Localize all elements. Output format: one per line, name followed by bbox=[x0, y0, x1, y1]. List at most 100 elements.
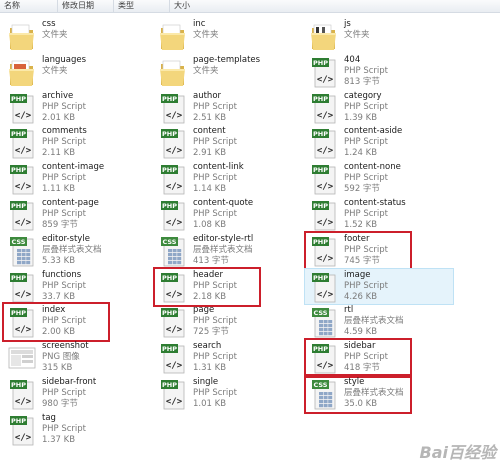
png-image-icon bbox=[8, 347, 36, 369]
file-item-rtl[interactable]: CSS rtl 层叠样式表文档 4.59 KB bbox=[306, 304, 454, 340]
file-size: 1.24 KB bbox=[344, 148, 378, 159]
file-item-functions[interactable]: PHP </> functions PHP Script 33.7 KB bbox=[4, 269, 152, 305]
column-header-modified[interactable]: 修改日期 bbox=[58, 0, 114, 12]
file-item-category[interactable]: PHP </> category PHP Script 1.39 KB bbox=[306, 90, 454, 126]
file-name: tag bbox=[42, 412, 56, 423]
file-icon bbox=[8, 56, 36, 88]
file-size: 2.01 KB bbox=[42, 112, 76, 123]
file-icon: PHP </> bbox=[310, 56, 338, 88]
file-item-inc[interactable]: inc 文件夹 bbox=[155, 18, 303, 54]
svg-text:PHP: PHP bbox=[162, 202, 177, 210]
folder-icon bbox=[311, 24, 336, 50]
file-item-page-templates[interactable]: page-templates 文件夹 bbox=[155, 54, 303, 90]
file-name: archive bbox=[42, 90, 74, 101]
file-item-content-image[interactable]: PHP </> content-image PHP Script 1.11 KB bbox=[4, 161, 152, 197]
file-item-single[interactable]: PHP </> single PHP Script 1.01 KB bbox=[155, 376, 303, 412]
column-header-type[interactable]: 类型 bbox=[114, 0, 170, 12]
column-header-name[interactable]: 名称 bbox=[0, 0, 58, 12]
file-icon bbox=[159, 20, 187, 52]
svg-text:</>: </> bbox=[317, 290, 334, 300]
svg-text:CSS: CSS bbox=[314, 309, 328, 317]
file-name: category bbox=[344, 90, 382, 101]
file-icon: PHP </> bbox=[8, 414, 36, 446]
file-item-css[interactable]: css 文件夹 bbox=[4, 18, 152, 54]
file-icon bbox=[159, 56, 187, 88]
file-name: editor-style bbox=[42, 233, 90, 244]
file-icon: PHP </> bbox=[159, 342, 187, 374]
file-item-comments[interactable]: PHP </> comments PHP Script 2.11 KB bbox=[4, 125, 152, 161]
file-item-editor-style-rtl[interactable]: CSS editor-style-rtl 层叠样式表文档 413 字节 bbox=[155, 233, 303, 269]
file-name: author bbox=[193, 90, 222, 101]
red-highlight-box bbox=[304, 338, 412, 379]
file-item-search[interactable]: PHP </> search PHP Script 1.31 KB bbox=[155, 340, 303, 376]
php-script-icon: PHP </> bbox=[161, 129, 185, 159]
file-icon: PHP </> bbox=[8, 92, 36, 124]
folder-icon bbox=[160, 60, 185, 86]
file-size: 725 字节 bbox=[193, 327, 229, 338]
svg-text:PHP: PHP bbox=[313, 202, 328, 210]
svg-text:PHP: PHP bbox=[11, 274, 26, 282]
file-size: 1.52 KB bbox=[344, 220, 378, 230]
file-item-js[interactable]: js 文件夹 bbox=[306, 18, 454, 54]
svg-text:</>: </> bbox=[317, 182, 334, 192]
file-icon: PHP </> bbox=[159, 127, 187, 159]
file-size: 1.39 KB bbox=[344, 112, 378, 123]
file-type: PHP Script bbox=[344, 173, 388, 184]
file-item-tag[interactable]: PHP </> tag PHP Script 1.37 KB bbox=[4, 412, 152, 448]
column-header-size[interactable]: 大小 bbox=[170, 0, 230, 12]
file-item-content-quote[interactable]: PHP </> content-quote PHP Script 1.08 KB bbox=[155, 197, 303, 233]
file-icon: PHP </> bbox=[159, 163, 187, 195]
svg-text:PHP: PHP bbox=[313, 166, 328, 174]
file-item-content-link[interactable]: PHP </> content-link PHP Script 1.14 KB bbox=[155, 161, 303, 197]
file-item-404[interactable]: PHP </> 404 PHP Script 813 字节 bbox=[306, 54, 454, 90]
file-name: content-page bbox=[42, 198, 99, 208]
file-type: PHP Script bbox=[42, 101, 86, 112]
svg-text:PHP: PHP bbox=[11, 381, 26, 389]
file-size: 1.01 KB bbox=[193, 399, 227, 409]
folder-icon bbox=[9, 24, 34, 50]
php-script-icon: PHP </> bbox=[161, 93, 185, 123]
svg-text:PHP: PHP bbox=[313, 274, 328, 282]
svg-text:CSS: CSS bbox=[163, 238, 177, 246]
file-item-sidebar-front[interactable]: PHP </> sidebar-front PHP Script 980 字节 bbox=[4, 376, 152, 412]
file-type: 文件夹 bbox=[42, 65, 68, 76]
file-item-languages[interactable]: languages 文件夹 bbox=[4, 54, 152, 90]
file-size: 592 字节 bbox=[344, 184, 380, 195]
file-item-content-none[interactable]: PHP </> content-none PHP Script 592 字节 bbox=[306, 161, 454, 197]
svg-text:</>: </> bbox=[166, 146, 183, 156]
svg-text:</>: </> bbox=[317, 218, 334, 228]
svg-text:PHP: PHP bbox=[11, 166, 26, 174]
file-icon: PHP </> bbox=[8, 163, 36, 195]
file-name: content-image bbox=[42, 162, 105, 173]
file-type: PHP Script bbox=[193, 209, 237, 219]
file-icon: PHP </> bbox=[310, 199, 338, 231]
file-type: 文件夹 bbox=[344, 30, 370, 40]
svg-text:PHP: PHP bbox=[11, 95, 26, 103]
css-file-icon: CSS bbox=[161, 236, 185, 267]
file-item-content-aside[interactable]: PHP </> content-aside PHP Script 1.24 KB bbox=[306, 125, 454, 161]
svg-text:CSS: CSS bbox=[12, 238, 26, 246]
file-icon: PHP </> bbox=[8, 199, 36, 231]
php-script-icon: PHP </> bbox=[10, 201, 34, 231]
file-item-page[interactable]: PHP </> page PHP Script 725 字节 bbox=[155, 304, 303, 340]
file-name: rtl bbox=[344, 305, 354, 316]
file-item-screenshot[interactable]: screenshot PNG 图像 315 KB bbox=[4, 340, 152, 376]
file-name: content-quote bbox=[193, 198, 254, 208]
file-type: PHP Script bbox=[344, 209, 388, 219]
file-item-content-page[interactable]: PHP </> content-page PHP Script 859 字节 bbox=[4, 197, 152, 233]
file-name: js bbox=[344, 19, 351, 29]
file-item-author[interactable]: PHP </> author PHP Script 2.51 KB bbox=[155, 90, 303, 126]
file-item-archive[interactable]: PHP </> archive PHP Script 2.01 KB bbox=[4, 90, 152, 126]
file-name: inc bbox=[193, 19, 206, 29]
php-script-icon: PHP </> bbox=[312, 272, 336, 302]
php-script-icon: PHP </> bbox=[161, 201, 185, 231]
file-item-content-status[interactable]: PHP </> content-status PHP Script 1.52 KB bbox=[306, 197, 454, 233]
file-item-content[interactable]: PHP </> content PHP Script 2.91 KB bbox=[155, 125, 303, 161]
svg-text:</>: </> bbox=[166, 218, 183, 228]
file-type: PHP Script bbox=[344, 137, 388, 148]
file-item-image[interactable]: PHP </> image PHP Script 4.26 KB bbox=[306, 269, 454, 305]
file-icon: PHP </> bbox=[8, 271, 36, 303]
svg-text:PHP: PHP bbox=[11, 202, 26, 210]
file-name: content-link bbox=[193, 162, 244, 173]
file-item-editor-style[interactable]: CSS editor-style 层叠样式表文档 5.33 KB bbox=[4, 233, 152, 269]
